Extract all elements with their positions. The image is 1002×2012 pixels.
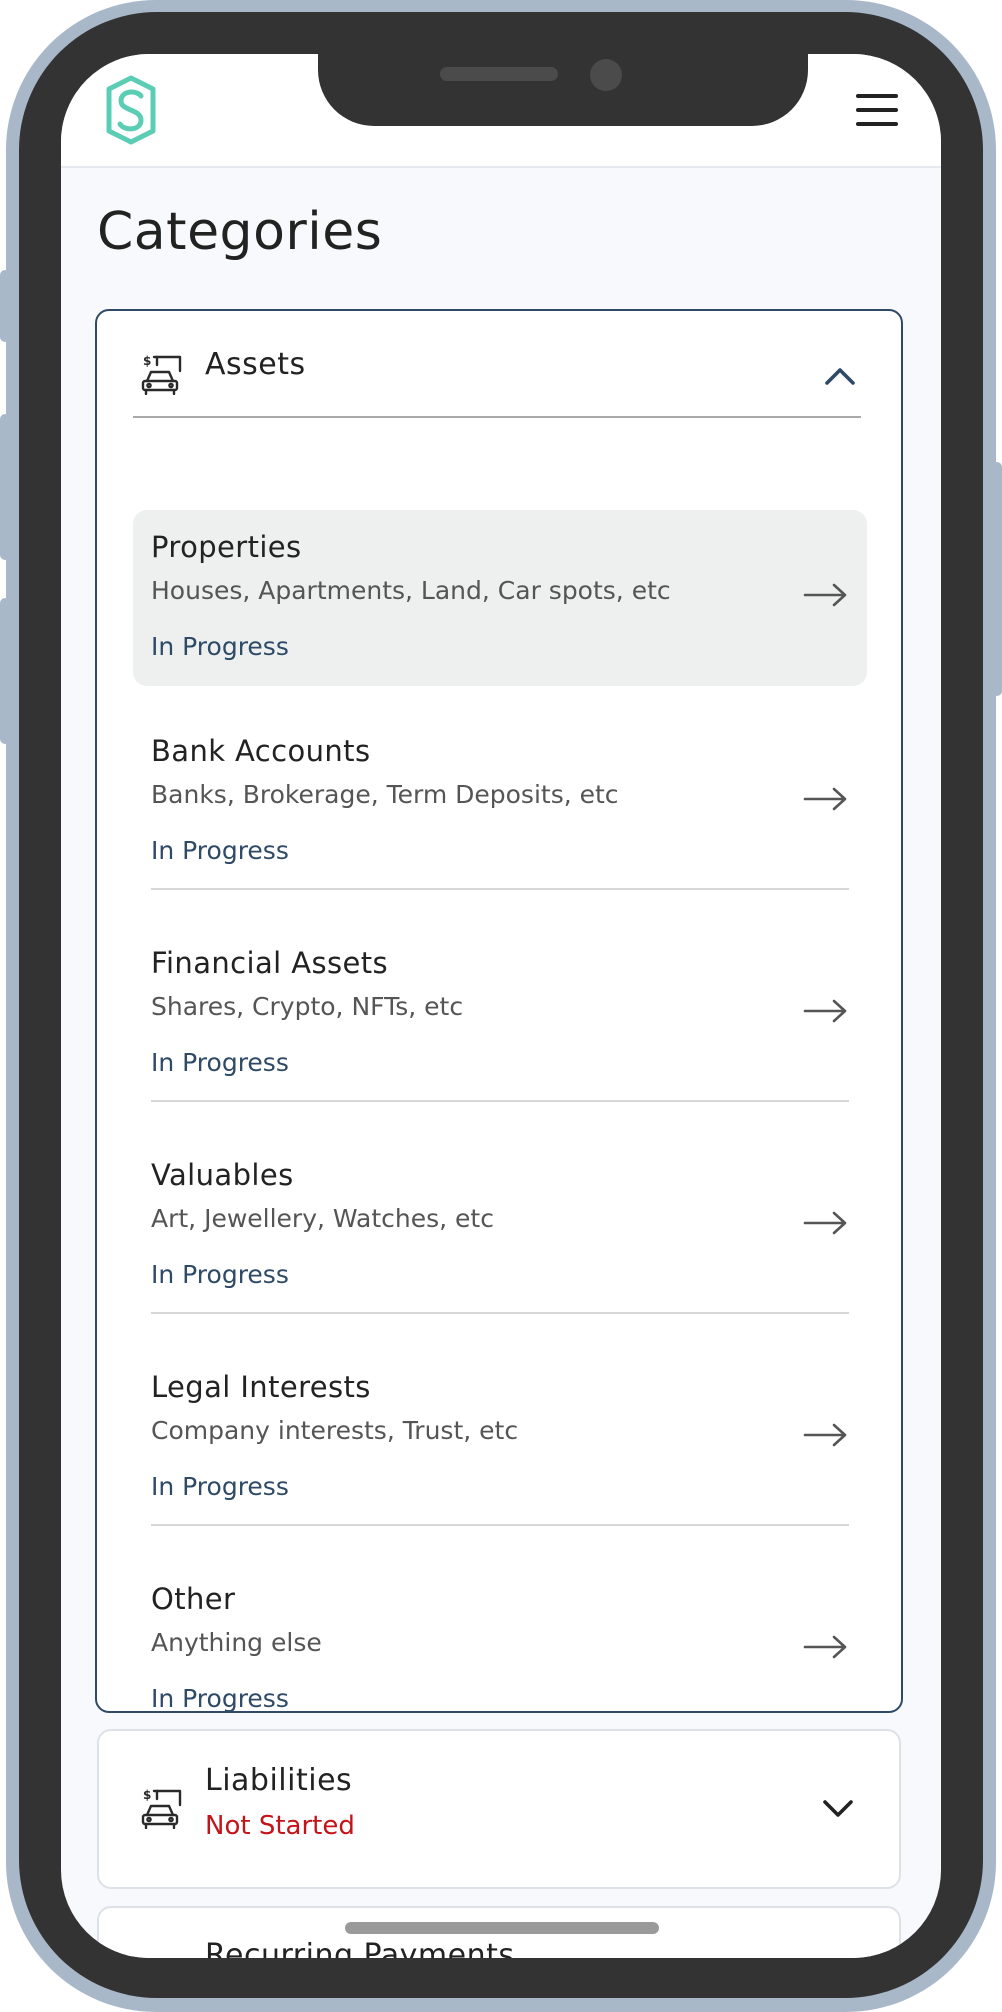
hamburger-menu-icon[interactable] [856, 94, 900, 128]
item-title: Properties [151, 530, 302, 564]
item-description: Banks, Brokerage, Term Deposits, etc [151, 780, 619, 809]
divider [151, 888, 849, 890]
item-title: Legal Interests [151, 1370, 371, 1404]
item-description: Company interests, Trust, etc [151, 1416, 519, 1445]
list-item-other[interactable]: Other Anything else In Progress [133, 1562, 867, 1738]
chevron-up-icon[interactable] [823, 365, 857, 387]
item-description: Houses, Apartments, Land, Car spots, etc [151, 576, 671, 605]
item-status: In Progress [151, 632, 289, 661]
item-status: In Progress [151, 1472, 289, 1501]
svg-text:$: $ [143, 354, 151, 368]
item-status: In Progress [151, 1684, 289, 1713]
liabilities-accordion[interactable]: $ Liabilities Not Started [97, 1729, 901, 1889]
list-item-financial-assets[interactable]: Financial Assets Shares, Crypto, NFTs, e… [133, 926, 867, 1102]
speaker-grille [440, 67, 558, 81]
side-button [0, 598, 10, 744]
arrow-right-icon[interactable] [803, 1422, 849, 1448]
divider [151, 1100, 849, 1102]
item-title: Other [151, 1582, 236, 1616]
item-status: In Progress [151, 1260, 289, 1289]
arrow-right-icon[interactable] [803, 998, 849, 1024]
item-status: In Progress [151, 1048, 289, 1077]
liabilities-title: Liabilities [205, 1763, 353, 1798]
item-description: Art, Jewellery, Watches, etc [151, 1204, 494, 1233]
list-item-properties[interactable]: Properties Houses, Apartments, Land, Car… [133, 510, 867, 686]
arrow-right-icon[interactable] [803, 786, 849, 812]
item-status: In Progress [151, 836, 289, 865]
item-title: Bank Accounts [151, 734, 371, 768]
divider [133, 416, 861, 418]
recurring-payments-title: Recurring Payments [205, 1938, 515, 1958]
item-title: Financial Assets [151, 946, 388, 980]
divider [151, 1524, 849, 1526]
side-button [992, 462, 1002, 696]
brand-s-logo[interactable] [101, 74, 161, 146]
device-notch [318, 12, 808, 126]
list-item-legal-interests[interactable]: Legal Interests Company interests, Trust… [133, 1350, 867, 1526]
item-description: Shares, Crypto, NFTs, etc [151, 992, 464, 1021]
car-money-icon: $ [141, 354, 182, 395]
home-indicator[interactable] [345, 1922, 659, 1934]
item-title: Valuables [151, 1158, 294, 1192]
assets-title: Assets [205, 347, 306, 382]
item-description: Anything else [151, 1628, 322, 1657]
liabilities-status: Not Started [205, 1811, 355, 1841]
list-item-valuables[interactable]: Valuables Art, Jewellery, Watches, etc I… [133, 1138, 867, 1314]
front-camera [590, 59, 622, 91]
arrow-right-icon[interactable] [803, 582, 849, 608]
page-title: Categories [97, 202, 383, 262]
arrow-right-icon[interactable] [803, 1210, 849, 1236]
side-button [0, 270, 10, 342]
assets-accordion: $ Assets Properties Houses, Apartments, … [95, 309, 903, 1713]
divider [151, 1312, 849, 1314]
side-button [0, 414, 10, 560]
assets-accordion-header[interactable]: $ Assets [97, 311, 901, 419]
app-screen: Categories $ Assets Properties Houses, A… [61, 54, 941, 1958]
car-money-icon: $ [141, 1788, 182, 1829]
chevron-down-icon[interactable] [821, 1798, 855, 1820]
list-item-bank-accounts[interactable]: Bank Accounts Banks, Brokerage, Term Dep… [133, 714, 867, 890]
svg-text:$: $ [143, 1788, 151, 1802]
arrow-right-icon[interactable] [803, 1634, 849, 1660]
